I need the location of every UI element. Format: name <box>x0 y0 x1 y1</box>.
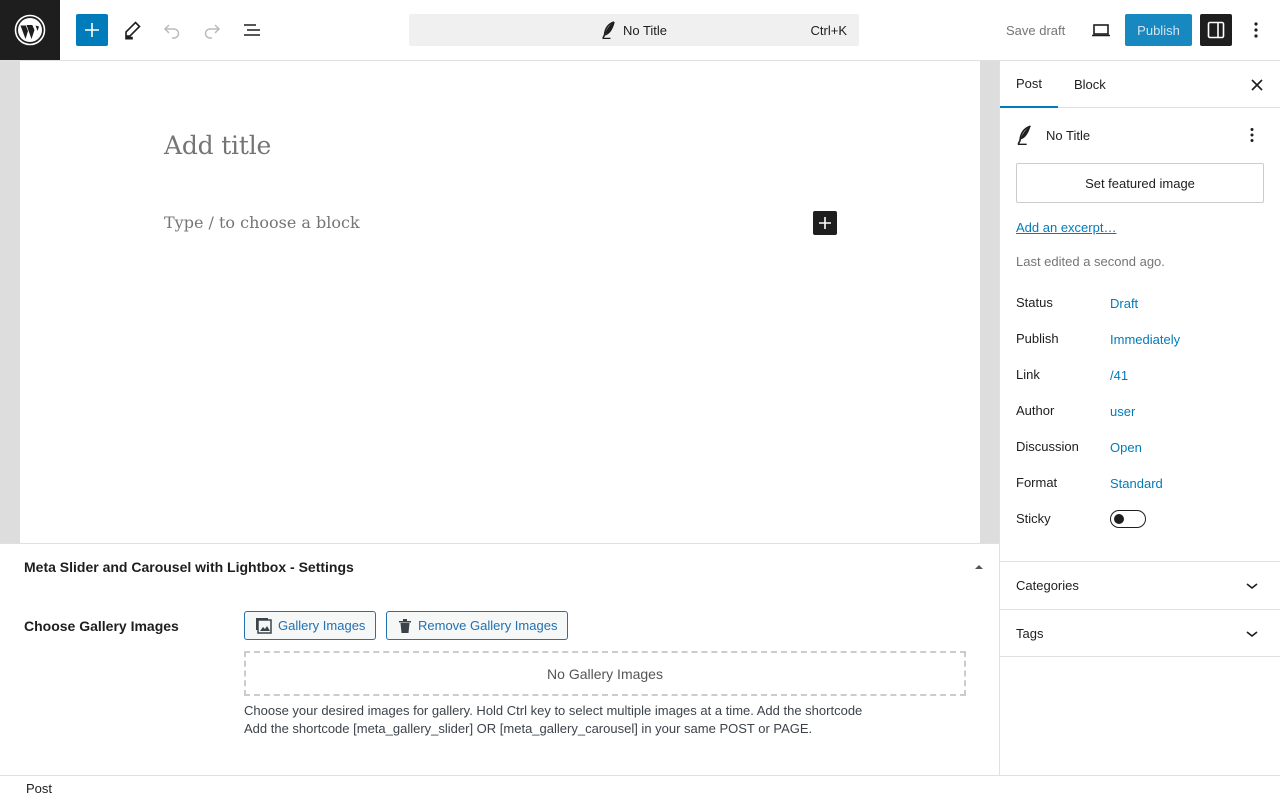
settings-sidebar: Post Block No Title Set featured image A… <box>999 61 1280 775</box>
editor-canvas: Add title Type / to choose a block <box>20 61 980 543</box>
remove-gallery-images-button[interactable]: Remove Gallery Images <box>386 611 569 640</box>
status-value-button[interactable]: Draft <box>1110 296 1138 311</box>
meta-label: Status <box>1016 295 1053 310</box>
options-menu-button[interactable] <box>1240 14 1272 46</box>
images-icon <box>256 617 272 634</box>
breadcrumb-post[interactable]: Post <box>26 781 52 796</box>
publish-button[interactable]: Publish <box>1125 14 1192 46</box>
metabox-help-text: Choose your desired images for gallery. … <box>244 702 862 738</box>
meta-label: Author <box>1016 403 1055 418</box>
choose-gallery-label: Choose Gallery Images <box>24 618 179 634</box>
meta-label: Discussion <box>1016 439 1079 454</box>
pencil-icon <box>125 21 141 40</box>
chevron-down-icon <box>1246 583 1258 590</box>
desktop-icon <box>1092 24 1110 37</box>
last-edited-text: Last edited a second ago. <box>1016 254 1165 269</box>
plus-icon <box>85 23 99 37</box>
redo-icon <box>204 24 221 39</box>
sidebar-tabs: Post Block <box>1000 61 1280 108</box>
inline-block-inserter-button[interactable] <box>813 211 837 235</box>
document-title-group: No Title <box>601 21 667 39</box>
wordpress-logo-button[interactable] <box>0 0 60 60</box>
metabox-collapse-toggle[interactable] <box>972 560 986 574</box>
preview-button[interactable] <box>1085 14 1117 46</box>
command-shortcut: Ctrl+K <box>810 23 847 38</box>
block-inserter-button[interactable] <box>76 14 108 46</box>
save-draft-button[interactable]: Save draft <box>1000 14 1071 46</box>
triangle-up-icon <box>975 565 983 569</box>
post-summary-title: No Title <box>1016 125 1090 145</box>
list-view-icon <box>244 24 260 36</box>
meta-label: Format <box>1016 475 1058 490</box>
undo-icon <box>163 24 180 39</box>
command-palette-bar[interactable]: No Title Ctrl+K <box>409 14 859 46</box>
remove-gallery-images-label: Remove Gallery Images <box>418 618 558 633</box>
post-title-input[interactable]: Add title <box>164 131 271 160</box>
redo-button[interactable] <box>196 14 228 46</box>
document-title: No Title <box>622 22 668 38</box>
post-title-label: No Title <box>1046 127 1091 143</box>
meta-label: Publish <box>1016 331 1059 346</box>
block-breadcrumb-bar: Post <box>0 775 1280 800</box>
metabox-title: Meta Slider and Carousel with Lightbox -… <box>24 559 354 575</box>
publish-date-button[interactable]: Immediately <box>1110 332 1180 347</box>
permalink-button[interactable]: /41 <box>1110 368 1128 383</box>
tab-block[interactable]: Block <box>1058 61 1122 108</box>
tags-panel-toggle[interactable]: Tags <box>1000 609 1280 657</box>
post-feather-icon <box>602 21 615 39</box>
panel-label: Tags <box>1016 625 1044 641</box>
document-overview-button[interactable] <box>236 14 268 46</box>
plus-icon <box>819 217 831 229</box>
editor-toolbar: No Title Ctrl+K Save draft Publish <box>0 0 1280 61</box>
discussion-button[interactable]: Open <box>1110 440 1142 455</box>
close-icon <box>1251 79 1263 91</box>
post-feather-icon <box>1017 125 1031 145</box>
gallery-images-label: Gallery Images <box>278 618 366 633</box>
help-line-2: Add the shortcode [meta_gallery_slider] … <box>244 721 813 736</box>
chevron-down-icon <box>1246 631 1258 638</box>
gallery-images-button[interactable]: Gallery Images <box>244 611 377 640</box>
toggle-knob <box>1114 514 1124 524</box>
settings-sidebar-toggle[interactable] <box>1200 14 1232 46</box>
tab-post[interactable]: Post <box>1000 61 1059 108</box>
close-sidebar-button[interactable] <box>1245 73 1269 97</box>
sticky-toggle[interactable] <box>1110 510 1146 528</box>
categories-panel-toggle[interactable]: Categories <box>1000 561 1280 609</box>
tools-button[interactable] <box>116 14 148 46</box>
help-line-1: Choose your desired images for gallery. … <box>244 703 863 718</box>
format-button[interactable]: Standard <box>1110 476 1163 491</box>
wordpress-logo-icon <box>14 14 46 46</box>
vertical-ellipsis-icon <box>1250 128 1254 142</box>
sidebar-icon <box>1207 21 1225 39</box>
default-block-appender[interactable]: Type / to choose a block <box>164 213 360 232</box>
trash-icon <box>399 618 411 633</box>
meta-label: Sticky <box>1016 511 1051 526</box>
add-excerpt-link[interactable]: Add an excerpt… <box>1016 220 1116 235</box>
meta-label: Link <box>1016 367 1040 382</box>
author-button[interactable]: user <box>1110 404 1135 419</box>
gallery-images-dropzone: No Gallery Images <box>244 651 966 696</box>
set-featured-image-button[interactable]: Set featured image <box>1016 163 1264 203</box>
panel-label: Categories <box>1016 578 1079 593</box>
gallery-settings-metabox: Meta Slider and Carousel with Lightbox -… <box>0 543 999 775</box>
vertical-ellipsis-icon <box>1254 22 1258 38</box>
undo-button[interactable] <box>156 14 188 46</box>
no-gallery-images-text: No Gallery Images <box>547 665 663 682</box>
publish-button-label: Publish <box>1137 22 1180 38</box>
editor-canvas-area: Add title Type / to choose a block <box>0 61 999 543</box>
post-actions-menu-button[interactable] <box>1240 123 1264 147</box>
